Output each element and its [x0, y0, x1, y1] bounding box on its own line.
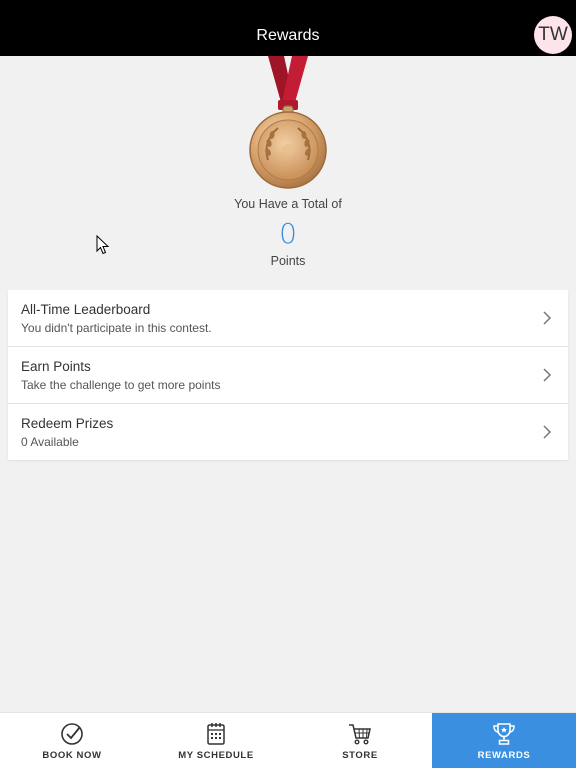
header-bar: Rewards TW [0, 0, 576, 56]
chevron-right-icon [543, 425, 552, 439]
calendar-icon [207, 723, 225, 745]
tab-label: STORE [342, 750, 378, 761]
tab-label: MY SCHEDULE [178, 750, 254, 761]
trophy-icon [493, 723, 515, 745]
tab-my-schedule[interactable]: MY SCHEDULE [144, 713, 288, 768]
chevron-right-icon [543, 368, 552, 382]
list-item-subtitle: 0 Available [21, 435, 79, 449]
list-item-title: Earn Points [21, 359, 91, 374]
points-caption: You Have a Total of [234, 197, 342, 211]
medal-icon [238, 56, 338, 196]
cart-icon [349, 724, 371, 745]
earn-points-item[interactable]: Earn Points Take the challenge to get mo… [8, 347, 568, 404]
page-title: Rewards [256, 27, 320, 44]
points-value: 0 [279, 217, 297, 250]
list-item-title: Redeem Prizes [21, 416, 114, 431]
redeem-prizes-item[interactable]: Redeem Prizes 0 Available [8, 404, 568, 460]
tab-label: BOOK NOW [42, 750, 102, 761]
leaderboard-item[interactable]: All-Time Leaderboard You didn't particip… [8, 290, 568, 347]
chevron-right-icon [543, 311, 552, 325]
tab-label: REWARDS [477, 750, 531, 761]
tab-store[interactable]: STORE [288, 713, 432, 768]
tab-rewards[interactable]: REWARDS [432, 713, 576, 768]
points-unit-label: Points [270, 254, 306, 268]
mouse-cursor-icon [96, 234, 110, 255]
avatar[interactable]: TW [534, 16, 572, 54]
list-item-subtitle: Take the challenge to get more points [21, 378, 221, 392]
tab-book-now[interactable]: BOOK NOW [0, 713, 144, 768]
list-item-subtitle: You didn't participate in this contest. [21, 321, 212, 335]
rewards-menu-list: All-Time Leaderboard You didn't particip… [8, 290, 568, 460]
bottom-tab-bar: BOOK NOW MY SCHEDULE STORE REWARDS [0, 712, 576, 768]
list-item-title: All-Time Leaderboard [21, 302, 151, 317]
check-circle-icon [61, 723, 83, 745]
